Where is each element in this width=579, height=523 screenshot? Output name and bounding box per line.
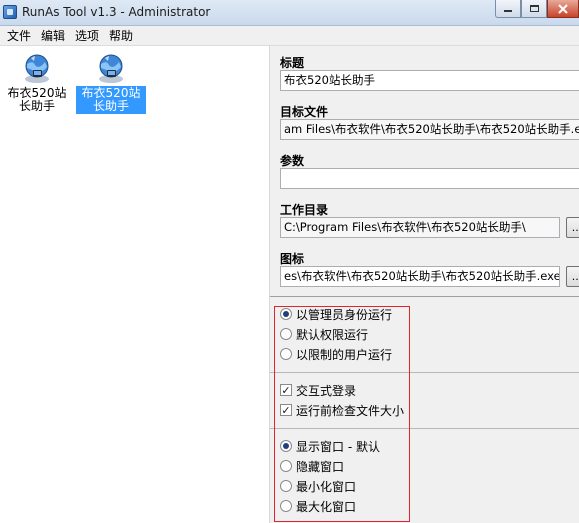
minimize-button[interactable] [495, 0, 521, 18]
workdir-label: 工作目录 [280, 203, 329, 217]
globe-icon [21, 52, 53, 84]
divider [270, 296, 579, 297]
option-label: 最小化窗口 [296, 479, 357, 494]
option-label: 隐藏窗口 [296, 459, 345, 474]
option-label: 交互式登录 [296, 383, 357, 398]
globe-icon [95, 52, 127, 84]
target-field[interactable]: am Files\布衣软件\布衣520站长助手\布衣520站长助手.exe [280, 119, 579, 140]
menu-file[interactable]: 文件 [2, 26, 36, 46]
checkbox[interactable]: ✓ [280, 404, 292, 416]
title-label: 标题 [280, 56, 305, 70]
option-label: 运行前检查文件大小 [296, 403, 405, 418]
menu-edit[interactable]: 编辑 [36, 26, 70, 46]
minimize-window-option[interactable]: 最小化窗口 [280, 477, 356, 495]
option-label: 以管理员身份运行 [296, 307, 393, 322]
shortcut-label: 布衣520站长助手 [7, 86, 67, 113]
shortcut-label: 布衣520站长助手 [76, 86, 146, 114]
option-label: 显示窗口 - 默认 [296, 439, 380, 454]
maximize-button[interactable] [521, 0, 547, 18]
workdir-field[interactable]: C:\Program Files\布衣软件\布衣520站长助手\ [280, 217, 560, 238]
radio-button[interactable] [280, 500, 292, 512]
title-field[interactable]: 布衣520站长助手 [280, 70, 579, 91]
maximize-icon [529, 5, 539, 12]
radio-button[interactable] [280, 328, 292, 340]
close-icon [558, 3, 568, 14]
workdir-browse-button[interactable]: ... [566, 217, 579, 238]
close-button[interactable] [547, 0, 579, 18]
run-restricted-option[interactable]: 以限制的用户运行 [280, 345, 392, 363]
radio-button[interactable] [280, 460, 292, 472]
radio-button[interactable] [280, 480, 292, 492]
shortcut-item[interactable]: 布衣520站长助手 [2, 52, 72, 114]
option-label: 最大化窗口 [296, 499, 357, 514]
radio-button[interactable] [280, 308, 292, 320]
menu-help[interactable]: 帮助 [104, 26, 138, 46]
hide-window-option[interactable]: 隐藏窗口 [280, 457, 344, 475]
icon-field[interactable]: es\布衣软件\布衣520站长助手\布衣520站长助手.exe [280, 266, 560, 287]
option-label: 以限制的用户运行 [296, 347, 393, 362]
menu-options[interactable]: 选项 [70, 26, 104, 46]
minimize-icon [504, 10, 512, 12]
window-title: RunAs Tool v1.3 - Administrator [22, 5, 211, 19]
run-as-admin-option[interactable]: 以管理员身份运行 [280, 305, 392, 323]
option-label: 默认权限运行 [296, 327, 369, 342]
maximize-window-option[interactable]: 最大化窗口 [280, 497, 356, 515]
app-icon [3, 5, 17, 19]
properties-panel: 标题 布衣520站长助手 目标文件 am Files\布衣软件\布衣520站长助… [269, 46, 579, 523]
check-file-size-option[interactable]: ✓ 运行前检查文件大小 [280, 401, 404, 419]
divider [270, 372, 579, 373]
menu-bar: 文件 编辑 选项 帮助 [0, 26, 579, 46]
shortcut-item-selected[interactable]: 布衣520站长助手 [76, 52, 146, 114]
title-bar: RunAs Tool v1.3 - Administrator [0, 0, 579, 26]
radio-button[interactable] [280, 348, 292, 360]
params-label: 参数 [280, 154, 305, 168]
radio-button[interactable] [280, 440, 292, 452]
checkbox[interactable]: ✓ [280, 384, 292, 396]
divider [270, 428, 579, 429]
show-window-option[interactable]: 显示窗口 - 默认 [280, 437, 380, 455]
icon-label: 图标 [280, 252, 305, 266]
icon-browse-button[interactable]: ... [566, 266, 579, 287]
target-label: 目标文件 [280, 105, 329, 119]
run-default-option[interactable]: 默认权限运行 [280, 325, 368, 343]
interactive-login-option[interactable]: ✓ 交互式登录 [280, 381, 356, 399]
params-field[interactable] [280, 168, 579, 189]
shortcut-list: 布衣520站长助手 布衣520站长助手 [0, 46, 269, 523]
